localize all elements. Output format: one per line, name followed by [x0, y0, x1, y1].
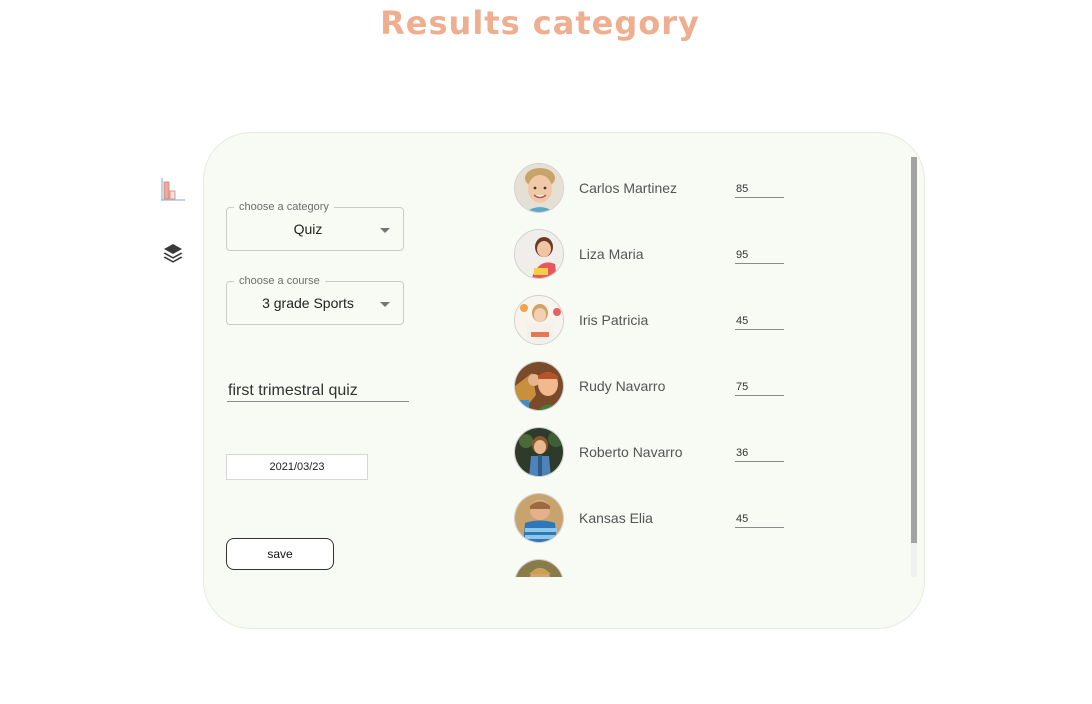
save-button[interactable]: save: [226, 538, 334, 570]
student-avatar: [514, 427, 564, 477]
course-select-label: choose a course: [234, 274, 325, 288]
student-row: Roberto Navarro: [505, 422, 905, 477]
score-input[interactable]: [735, 445, 784, 462]
student-list-scrollbar[interactable]: [911, 157, 917, 577]
score-input[interactable]: [735, 247, 784, 264]
caret-down-icon: [380, 302, 390, 307]
scrollbar-thumb[interactable]: [911, 157, 917, 543]
student-row: [505, 554, 905, 577]
student-row: Liza Maria: [505, 224, 905, 279]
student-avatar: [514, 361, 564, 411]
layers-icon[interactable]: [160, 241, 186, 267]
score-input[interactable]: [735, 181, 784, 198]
score-input[interactable]: [735, 511, 784, 528]
student-avatar: [514, 229, 564, 279]
category-select-value: Quiz: [293, 221, 323, 237]
category-select-label: choose a category: [234, 200, 334, 214]
student-avatar: [514, 559, 564, 577]
student-avatar: [514, 163, 564, 213]
student-name: Roberto Navarro: [579, 444, 683, 460]
page-title: Results category: [380, 4, 700, 42]
course-select-value: 3 grade Sports: [262, 295, 354, 311]
student-name: Rudy Navarro: [579, 378, 666, 394]
date-input[interactable]: [226, 454, 368, 480]
student-avatar: [514, 295, 564, 345]
student-row: Iris Patricia: [505, 290, 905, 345]
score-input[interactable]: [735, 313, 784, 330]
student-name: Iris Patricia: [579, 312, 649, 328]
results-page: Results category choose a category Quiz …: [0, 0, 1092, 704]
student-row: Carlos Martinez: [505, 158, 905, 213]
category-select[interactable]: choose a category Quiz: [226, 200, 404, 251]
quiz-name-input[interactable]: [227, 380, 409, 402]
student-list[interactable]: Carlos Martinez Liza Maria: [505, 157, 915, 577]
student-row: Rudy Navarro: [505, 356, 905, 411]
student-avatar: [514, 493, 564, 543]
student-name: Carlos Martinez: [579, 180, 678, 196]
bar-chart-icon[interactable]: [160, 177, 186, 203]
caret-down-icon: [380, 228, 390, 233]
score-input[interactable]: [735, 379, 784, 396]
student-name: Kansas Elia: [579, 510, 653, 526]
course-select[interactable]: choose a course 3 grade Sports: [226, 274, 404, 325]
student-name: Liza Maria: [579, 246, 644, 262]
student-row: Kansas Elia: [505, 488, 905, 543]
